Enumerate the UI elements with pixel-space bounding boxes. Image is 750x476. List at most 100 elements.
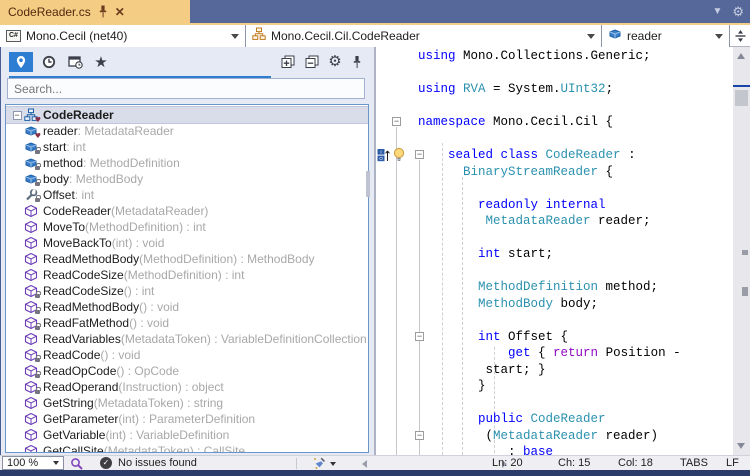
scroll-down-arrow-icon[interactable] xyxy=(737,443,745,449)
code-line[interactable]: } xyxy=(376,378,733,395)
code-line[interactable]: using RVA = System.UInt32; xyxy=(376,81,733,98)
type-dropdown[interactable]: Mono.Cecil.Cil.CodeReader xyxy=(246,25,602,47)
method-icon xyxy=(24,332,41,346)
code-line[interactable] xyxy=(376,395,733,412)
code-line[interactable]: MetadataReader reader; xyxy=(376,213,733,230)
code-line[interactable] xyxy=(376,131,733,148)
tab-outline-pin-icon[interactable] xyxy=(9,52,33,72)
code-structure-panel: ★ ⚙ −♥CodeReader♥reader : MetadataReader… xyxy=(0,47,372,455)
list-item[interactable]: GetCallSite (MetadataToken) : CallSite xyxy=(6,443,368,453)
code-line[interactable]: BinaryStreamReader { xyxy=(376,164,733,181)
code-line[interactable]: −namespace Mono.Cecil.Cil { xyxy=(376,114,733,131)
collapse-box-icon[interactable]: − xyxy=(415,431,424,440)
collapse-box-icon[interactable]: − xyxy=(415,150,424,159)
tab-favorites-star-icon[interactable]: ★ xyxy=(89,52,113,72)
list-item[interactable]: ReadCodeSize() : int xyxy=(6,283,368,299)
tree-scrollbar-thumb[interactable] xyxy=(366,171,370,197)
collapse-box-icon[interactable]: − xyxy=(392,117,401,126)
inheritance-margin-icon[interactable]: IO xyxy=(377,147,390,168)
list-item[interactable]: start : int xyxy=(6,139,368,155)
code-line[interactable]: − int Offset { xyxy=(376,329,733,346)
method-icon xyxy=(24,236,41,250)
list-item[interactable]: ReadFatMethod() : void xyxy=(6,315,368,331)
code-line[interactable]: readonly internal xyxy=(376,197,733,214)
scrollbar-thumb[interactable] xyxy=(735,90,748,106)
list-item[interactable]: ReadOpCode() : OpCode xyxy=(6,363,368,379)
tab-history-clock-icon[interactable] xyxy=(37,52,61,72)
list-item[interactable]: GetParameter (int) : ParameterDefinition xyxy=(6,411,368,427)
code-line[interactable] xyxy=(376,180,733,197)
settings-gear-icon[interactable]: ⚙ xyxy=(323,52,347,72)
list-item[interactable]: ReadCodeSize (MethodDefinition) : int xyxy=(6,267,368,283)
list-item[interactable]: method : MethodDefinition xyxy=(6,155,368,171)
field-icon: ♥ xyxy=(24,124,41,138)
chevron-down-icon xyxy=(53,461,59,465)
code-line[interactable] xyxy=(376,312,733,329)
field-icon xyxy=(608,27,622,46)
list-item[interactable]: GetString (MetadataToken) : string xyxy=(6,395,368,411)
list-item[interactable]: ReadMethodBody (MethodDefinition) : Meth… xyxy=(6,251,368,267)
options-gear-icon[interactable]: ⚙ xyxy=(732,5,744,19)
list-item[interactable]: ReadOperand (Instruction) : object xyxy=(6,379,368,395)
list-item[interactable]: ♥reader : MetadataReader xyxy=(6,123,368,139)
hscroll-left-arrow-icon[interactable] xyxy=(362,460,367,468)
code-line[interactable]: int start; xyxy=(376,246,733,263)
method-icon xyxy=(24,252,41,266)
lightbulb-icon[interactable] xyxy=(392,147,406,168)
code-line[interactable] xyxy=(376,230,733,247)
list-item[interactable]: ReadCode() : void xyxy=(6,347,368,363)
pin-panel-icon[interactable] xyxy=(345,52,369,72)
code-line[interactable]: public CodeReader xyxy=(376,411,733,428)
tab-pending-changes-icon[interactable] xyxy=(63,52,87,72)
lock-badge-icon xyxy=(35,374,40,378)
code-line[interactable]: MethodDefinition method; xyxy=(376,279,733,296)
collapse-box-icon[interactable]: − xyxy=(415,332,424,341)
code-line[interactable]: using Mono.Collections.Generic; xyxy=(376,48,733,65)
pin-tab-icon[interactable] xyxy=(99,5,107,18)
code-line[interactable]: − (MetadataReader reader) xyxy=(376,428,733,445)
split-window-button[interactable] xyxy=(730,25,750,46)
tree-expander-icon[interactable]: − xyxy=(10,107,24,123)
list-item[interactable]: MoveBackTo (int) : void xyxy=(6,235,368,251)
broom-icon xyxy=(312,457,326,470)
list-item[interactable]: ReadVariables (MetadataToken) : Variable… xyxy=(6,331,368,347)
code-line[interactable] xyxy=(376,263,733,280)
document-health-indicator[interactable]: ✓ No issues found xyxy=(100,456,197,470)
list-item[interactable]: CodeReader (MetadataReader) xyxy=(6,203,368,219)
collapse-all-icon[interactable] xyxy=(299,52,323,72)
list-item[interactable]: Offset : int xyxy=(6,187,368,203)
chevron-down-icon xyxy=(330,462,336,466)
code-line[interactable]: : base xyxy=(376,444,733,455)
code-editor[interactable]: using Mono.Collections.Generic; using RVA… xyxy=(374,47,733,455)
member-dropdown[interactable]: reader xyxy=(602,25,730,47)
code-cleanup-button[interactable] xyxy=(312,457,336,470)
search-input[interactable] xyxy=(7,78,365,99)
method-icon xyxy=(24,204,41,218)
method-icon xyxy=(24,300,41,314)
close-tab-icon[interactable]: ✕ xyxy=(115,6,125,18)
window-position-chevron-icon[interactable]: ▼ xyxy=(712,6,722,18)
list-item[interactable]: ReadMethodBody() : void xyxy=(6,299,368,315)
method-icon xyxy=(24,396,41,410)
project-dropdown[interactable]: C# Mono.Cecil (net40) xyxy=(0,25,246,47)
editor-vertical-scrollbar[interactable] xyxy=(733,47,750,455)
member-name: ReadOpCode xyxy=(43,364,116,378)
code-line[interactable]: MethodBody body; xyxy=(376,296,733,313)
member-signature: : MethodBody xyxy=(69,172,143,186)
code-line[interactable] xyxy=(376,65,733,82)
list-item[interactable]: MoveTo (MethodDefinition) : int xyxy=(6,219,368,235)
code-line[interactable] xyxy=(376,98,733,115)
list-item[interactable]: body : MethodBody xyxy=(6,171,368,187)
code-line[interactable]: start; } xyxy=(376,362,733,379)
member-name: start xyxy=(43,140,66,154)
document-tab[interactable]: CodeReader.cs ✕ xyxy=(0,0,190,23)
list-item[interactable]: −♥CodeReader xyxy=(6,107,368,123)
code-line[interactable]: get { return Position - xyxy=(376,345,733,362)
code-line[interactable]: − sealed class CodeReader : xyxy=(376,147,733,164)
list-item[interactable]: GetVariable (int) : VariableDefinition xyxy=(6,427,368,443)
scroll-up-arrow-icon[interactable] xyxy=(737,53,745,59)
expand-all-icon[interactable] xyxy=(275,52,299,72)
line-ending-indicator[interactable]: LF xyxy=(726,457,744,469)
tabs-mode-indicator[interactable]: TABS xyxy=(680,457,726,469)
zoom-level-dropdown[interactable]: 100 % xyxy=(2,456,64,470)
